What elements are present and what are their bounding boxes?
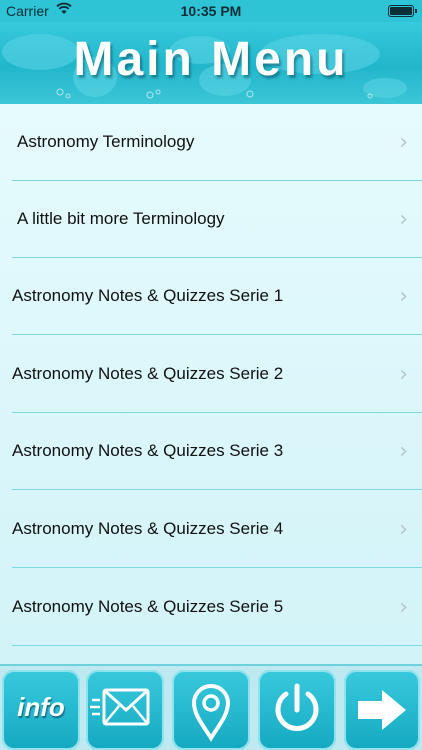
menu-item-serie-4[interactable]: Astronomy Notes & Quizzes Serie 4 › <box>0 491 422 568</box>
page-title: Main Menu <box>73 33 349 86</box>
menu-item-label: Astronomy Notes & Quizzes Serie 3 <box>12 441 284 460</box>
toolbar-top-rule <box>0 664 422 666</box>
arrow-right-icon <box>358 690 406 730</box>
row-divider <box>12 489 422 490</box>
battery-icon <box>388 5 417 17</box>
menu-item-label: A little bit more Terminology <box>17 209 225 228</box>
power-button[interactable] <box>258 670 336 750</box>
next-button[interactable] <box>344 670 420 750</box>
chevron-right-icon: › <box>399 362 408 387</box>
info-icon: info <box>17 692 65 722</box>
menu-item-label: Astronomy Terminology <box>17 132 195 151</box>
menu-item-more-terminology[interactable]: A little bit more Terminology › <box>0 181 422 258</box>
chevron-right-icon: › <box>399 130 408 155</box>
menu-item-serie-1[interactable]: Astronomy Notes & Quizzes Serie 1 › <box>0 258 422 335</box>
status-bar: Carrier 10:35 PM <box>0 0 422 22</box>
menu-item-serie-2[interactable]: Astronomy Notes & Quizzes Serie 2 › <box>0 336 422 413</box>
location-button[interactable] <box>172 670 250 750</box>
menu-item-label: Astronomy Notes & Quizzes Serie 4 <box>12 519 284 538</box>
location-pin-icon <box>191 684 231 742</box>
info-button[interactable]: info <box>2 670 80 750</box>
power-icon <box>275 683 319 731</box>
header-banner: Main Menu <box>0 22 422 104</box>
row-divider <box>12 334 422 335</box>
mail-icon <box>90 688 150 726</box>
menu-item-label: Astronomy Notes & Quizzes Serie 2 <box>12 364 284 383</box>
menu-item-serie-5[interactable]: Astronomy Notes & Quizzes Serie 5 › <box>0 569 422 646</box>
clock: 10:35 PM <box>180 3 242 19</box>
bottom-toolbar: info <box>0 664 422 750</box>
menu-item-astronomy-terminology[interactable]: Astronomy Terminology › <box>0 104 422 181</box>
chevron-right-icon: › <box>399 517 408 542</box>
chevron-right-icon: › <box>399 207 408 232</box>
menu-list: Astronomy Terminology › A little bit mor… <box>0 104 422 664</box>
row-divider <box>12 567 422 568</box>
menu-item-label: Astronomy Notes & Quizzes Serie 1 <box>12 286 284 305</box>
chevron-right-icon: › <box>399 439 408 464</box>
mail-button[interactable] <box>86 670 164 750</box>
chevron-right-icon: › <box>399 595 408 620</box>
chevron-right-icon: › <box>399 284 408 309</box>
row-divider <box>12 645 422 646</box>
menu-item-label: Astronomy Notes & Quizzes Serie 5 <box>12 597 284 616</box>
menu-item-serie-3[interactable]: Astronomy Notes & Quizzes Serie 3 › <box>0 413 422 490</box>
